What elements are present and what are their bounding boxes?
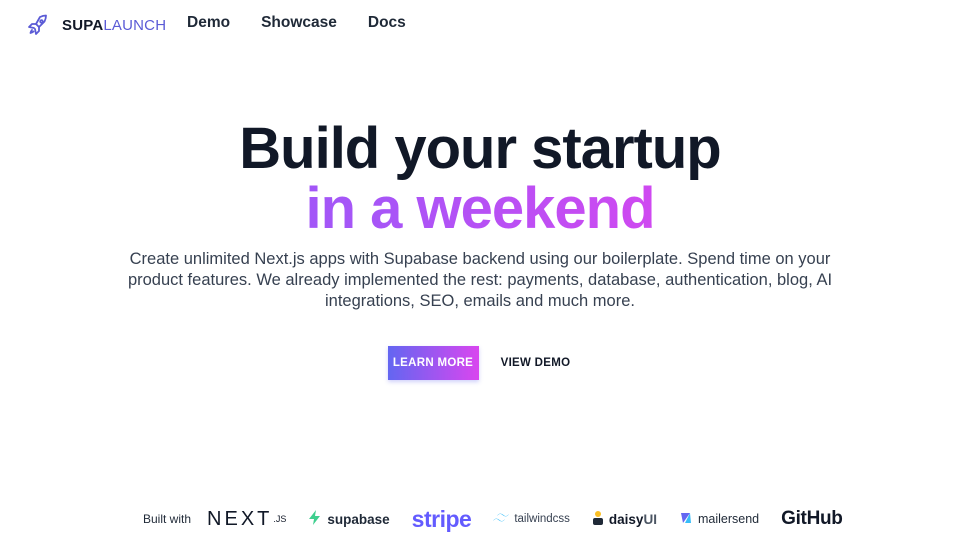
nextjs-logo-suffix: .JS bbox=[273, 514, 287, 524]
hero-title-line1: Build your startup bbox=[239, 116, 721, 181]
nav-link-docs[interactable]: Docs bbox=[368, 14, 406, 32]
built-with-bar: Built with NEXT .JS supabase stripe tailw… bbox=[143, 505, 865, 533]
brand-name-second: LAUNCH bbox=[103, 16, 167, 34]
daisyui-logo: daisy UI bbox=[592, 510, 657, 528]
nav-link-showcase[interactable]: Showcase bbox=[261, 14, 337, 32]
brand-name-first: SUPA bbox=[62, 16, 104, 34]
mailersend-logo-text: mailersend bbox=[697, 512, 760, 526]
supabase-logo: supabase bbox=[308, 510, 390, 528]
cta-group: LEARN MORE VIEW DEMO bbox=[0, 346, 960, 380]
rocket-icon bbox=[26, 13, 50, 37]
tailwind-logo: tailwindcss bbox=[493, 513, 570, 526]
nav-links: Demo Showcase Docs bbox=[187, 14, 406, 32]
mailersend-logo: mailersend bbox=[679, 511, 759, 528]
daisyui-logo-prefix: daisy bbox=[608, 511, 644, 527]
brand-name: SUPALAUNCH bbox=[62, 17, 166, 34]
hero-title: Build your startup in a weekend bbox=[0, 118, 960, 238]
view-demo-button[interactable]: VIEW DEMO bbox=[499, 346, 573, 380]
daisyui-logo-suffix: UI bbox=[643, 511, 657, 527]
brand-logo-link[interactable]: SUPALAUNCH bbox=[26, 13, 166, 37]
tailwind-logo-text: tailwindcss bbox=[514, 513, 570, 525]
hero-title-line2: in a weekend bbox=[0, 180, 960, 238]
mailersend-icon bbox=[679, 511, 693, 528]
nextjs-logo: NEXT .JS bbox=[207, 508, 286, 531]
supabase-bolt-icon bbox=[308, 510, 322, 528]
learn-more-button[interactable]: LEARN MORE bbox=[387, 346, 479, 380]
nextjs-logo-text: NEXT bbox=[207, 507, 273, 530]
tailwind-wave-icon bbox=[493, 513, 510, 526]
nav-link-demo[interactable]: Demo bbox=[187, 14, 230, 32]
daisyui-icon bbox=[592, 510, 604, 528]
top-navigation: SUPALAUNCH Demo Showcase Docs bbox=[0, 0, 960, 48]
supabase-logo-text: supabase bbox=[327, 511, 390, 527]
stripe-logo: stripe bbox=[411, 505, 472, 532]
hero-subtitle: Create unlimited Next.js apps with Supab… bbox=[127, 250, 833, 310]
github-logo: GitHub bbox=[781, 508, 843, 529]
built-with-label: Built with bbox=[143, 512, 192, 526]
